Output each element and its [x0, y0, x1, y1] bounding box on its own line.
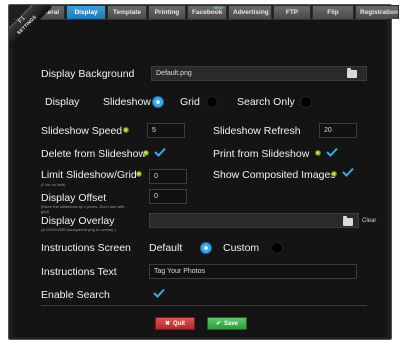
slideshow-refresh-input[interactable]: 20 [319, 123, 357, 138]
tab-label: FTP [285, 9, 299, 16]
checkmark-icon: ✔ [215, 321, 221, 327]
tab-printing[interactable]: Printing [148, 5, 186, 19]
checkmark-icon [342, 167, 354, 177]
display-background-field[interactable]: Default.png [151, 66, 367, 81]
limit-slideshow-grid-label: Limit Slideshow/Grid [41, 169, 137, 181]
option-grid-label: Grid [180, 96, 200, 108]
enable-search-label: Enable Search [41, 289, 110, 301]
quit-button[interactable]: ✖ Quit [155, 317, 195, 330]
print-from-slideshow-label: Print from Slideshow [213, 148, 310, 160]
info-icon[interactable] [331, 171, 337, 177]
delete-from-slideshow-label: Delete from Slideshow [41, 148, 147, 160]
save-button[interactable]: ✔ Save [207, 317, 247, 330]
slideshow-radio[interactable] [152, 96, 164, 108]
print-from-slideshow-checkbox[interactable] [326, 147, 338, 157]
quit-button-label: Quit [173, 321, 186, 327]
info-icon[interactable] [136, 171, 142, 177]
info-icon[interactable] [123, 127, 129, 133]
save-button-label: Save [224, 321, 239, 327]
option-search-only-label: Search Only [237, 96, 295, 108]
display-mode-label: Display [45, 96, 80, 108]
display-offset-input[interactable]: 0 [149, 189, 187, 204]
delete-from-slideshow-checkbox[interactable] [154, 147, 166, 157]
slideshow-refresh-label: Slideshow Refresh [213, 125, 301, 137]
folder-icon[interactable] [343, 216, 353, 226]
close-icon: ✖ [164, 321, 171, 327]
tab-registration[interactable]: Registration [355, 5, 399, 19]
display-overlay-field[interactable] [149, 213, 359, 228]
grid-radio[interactable] [206, 96, 218, 108]
option-custom-label: Custom [223, 242, 260, 254]
show-composited-images-label: Show Composited Images [213, 169, 336, 181]
new-badge: NEW [213, 5, 223, 10]
default-radio[interactable] [200, 242, 212, 254]
instructions-screen-label: Instructions Screen [41, 242, 131, 254]
tab-facebook[interactable]: NEW Facebook [187, 5, 227, 19]
tab-label: Printing [154, 9, 180, 16]
option-slideshow-label: Slideshow [103, 96, 151, 108]
tab-display[interactable]: Display [66, 5, 106, 19]
tab-label: Display [74, 9, 98, 16]
settings-panel: Display Background Default.png Display S… [13, 19, 387, 337]
tab-bar: General Display Template Printing NEW Fac… [29, 5, 399, 30]
settings-corner-ribbon: F1 SETTINGS [9, 5, 53, 49]
tab-advertising[interactable]: Advertising [228, 5, 272, 19]
tab-ftp[interactable]: FTP [273, 5, 311, 19]
tab-label: Advertising [233, 9, 269, 16]
option-default-label: Default [149, 242, 183, 254]
enable-search-checkbox[interactable] [153, 288, 165, 298]
slideshow-speed-input[interactable]: 5 [147, 123, 185, 138]
display-background-label: Display Background [41, 68, 135, 80]
limit-slideshow-grid-input[interactable]: 0 [149, 169, 187, 184]
instructions-text-input[interactable]: Tag Your Photos [149, 264, 357, 279]
custom-radio[interactable] [271, 242, 283, 254]
instructions-text-label: Instructions Text [41, 266, 117, 278]
folder-icon[interactable] [347, 68, 357, 78]
display-offset-label: Display Offset [41, 192, 107, 204]
display-overlay-note: (A 1920x1080 transparent png to overlay … [41, 227, 116, 232]
slideshow-speed-label: Slideshow Speed [41, 125, 123, 137]
limit-slideshow-grid-note: (0 for no limit) [41, 182, 66, 187]
tab-template[interactable]: Template [107, 5, 147, 19]
show-composited-images-checkbox[interactable] [342, 167, 354, 177]
checkmark-icon [154, 147, 166, 157]
divider [41, 305, 367, 306]
clear-overlay-link[interactable]: Clear [362, 218, 376, 224]
checkmark-icon [326, 147, 338, 157]
display-offset-note: (Move the slideshow by x pixels. Don't u… [41, 204, 125, 214]
info-icon[interactable] [143, 150, 149, 156]
tab-flip-books[interactable]: Flip Books [312, 5, 354, 30]
display-overlay-label: Display Overlay [41, 215, 115, 227]
settings-window: General Display Template Printing NEW Fac… [8, 4, 399, 340]
tab-label: Facebook [192, 9, 223, 16]
info-icon[interactable] [315, 150, 321, 156]
search-only-radio[interactable] [300, 96, 312, 108]
tab-label: Template [112, 9, 142, 16]
tab-label: Registration [360, 9, 398, 16]
checkmark-icon [153, 288, 165, 298]
